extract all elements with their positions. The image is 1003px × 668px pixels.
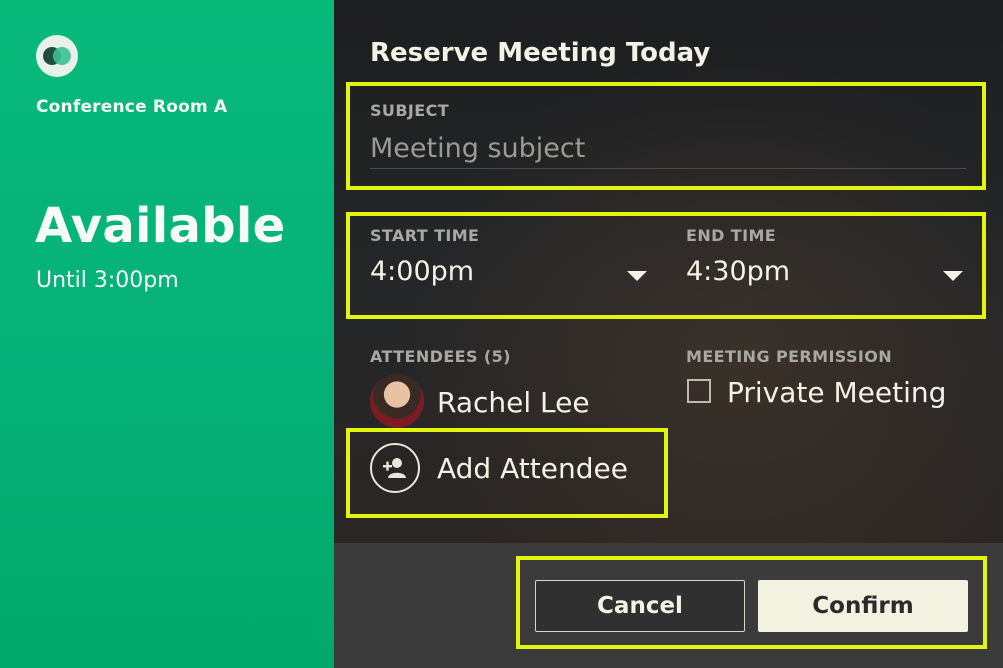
room-name: Conference Room A bbox=[36, 97, 228, 117]
room-status-panel: Conference Room A Available Until 3:00pm bbox=[0, 0, 334, 668]
cancel-button[interactable]: Cancel bbox=[535, 580, 745, 632]
action-bar: Cancel Confirm bbox=[334, 543, 1003, 668]
start-time-select[interactable]: 4:00pm bbox=[370, 252, 652, 296]
reservation-form: Reserve Meeting Today SUBJECT START TIME… bbox=[334, 0, 1003, 543]
attendees-label: ATTENDEES (5) bbox=[370, 347, 511, 366]
end-time-select[interactable]: 4:30pm bbox=[686, 252, 968, 296]
avatar bbox=[370, 374, 424, 428]
subject-label: SUBJECT bbox=[370, 101, 450, 120]
start-time-label: START TIME bbox=[370, 226, 480, 245]
add-attendee-label: Add Attendee bbox=[437, 452, 628, 485]
form-title: Reserve Meeting Today bbox=[370, 38, 711, 68]
permission-label: MEETING PERMISSION bbox=[686, 347, 893, 366]
app-logo-icon bbox=[36, 35, 78, 77]
chevron-down-icon bbox=[627, 271, 647, 281]
end-time-value: 4:30pm bbox=[686, 256, 791, 287]
chevron-down-icon bbox=[943, 271, 963, 281]
private-meeting-label[interactable]: Private Meeting bbox=[727, 376, 946, 409]
attendee-name: Rachel Lee bbox=[437, 386, 590, 419]
room-status: Available bbox=[35, 198, 286, 254]
room-available-until: Until 3:00pm bbox=[36, 268, 179, 293]
confirm-button[interactable]: Confirm bbox=[758, 580, 968, 632]
private-meeting-checkbox[interactable] bbox=[687, 379, 711, 403]
add-person-icon bbox=[370, 443, 420, 493]
start-time-value: 4:00pm bbox=[370, 256, 475, 287]
end-time-label: END TIME bbox=[686, 226, 777, 245]
subject-input[interactable] bbox=[370, 128, 966, 169]
